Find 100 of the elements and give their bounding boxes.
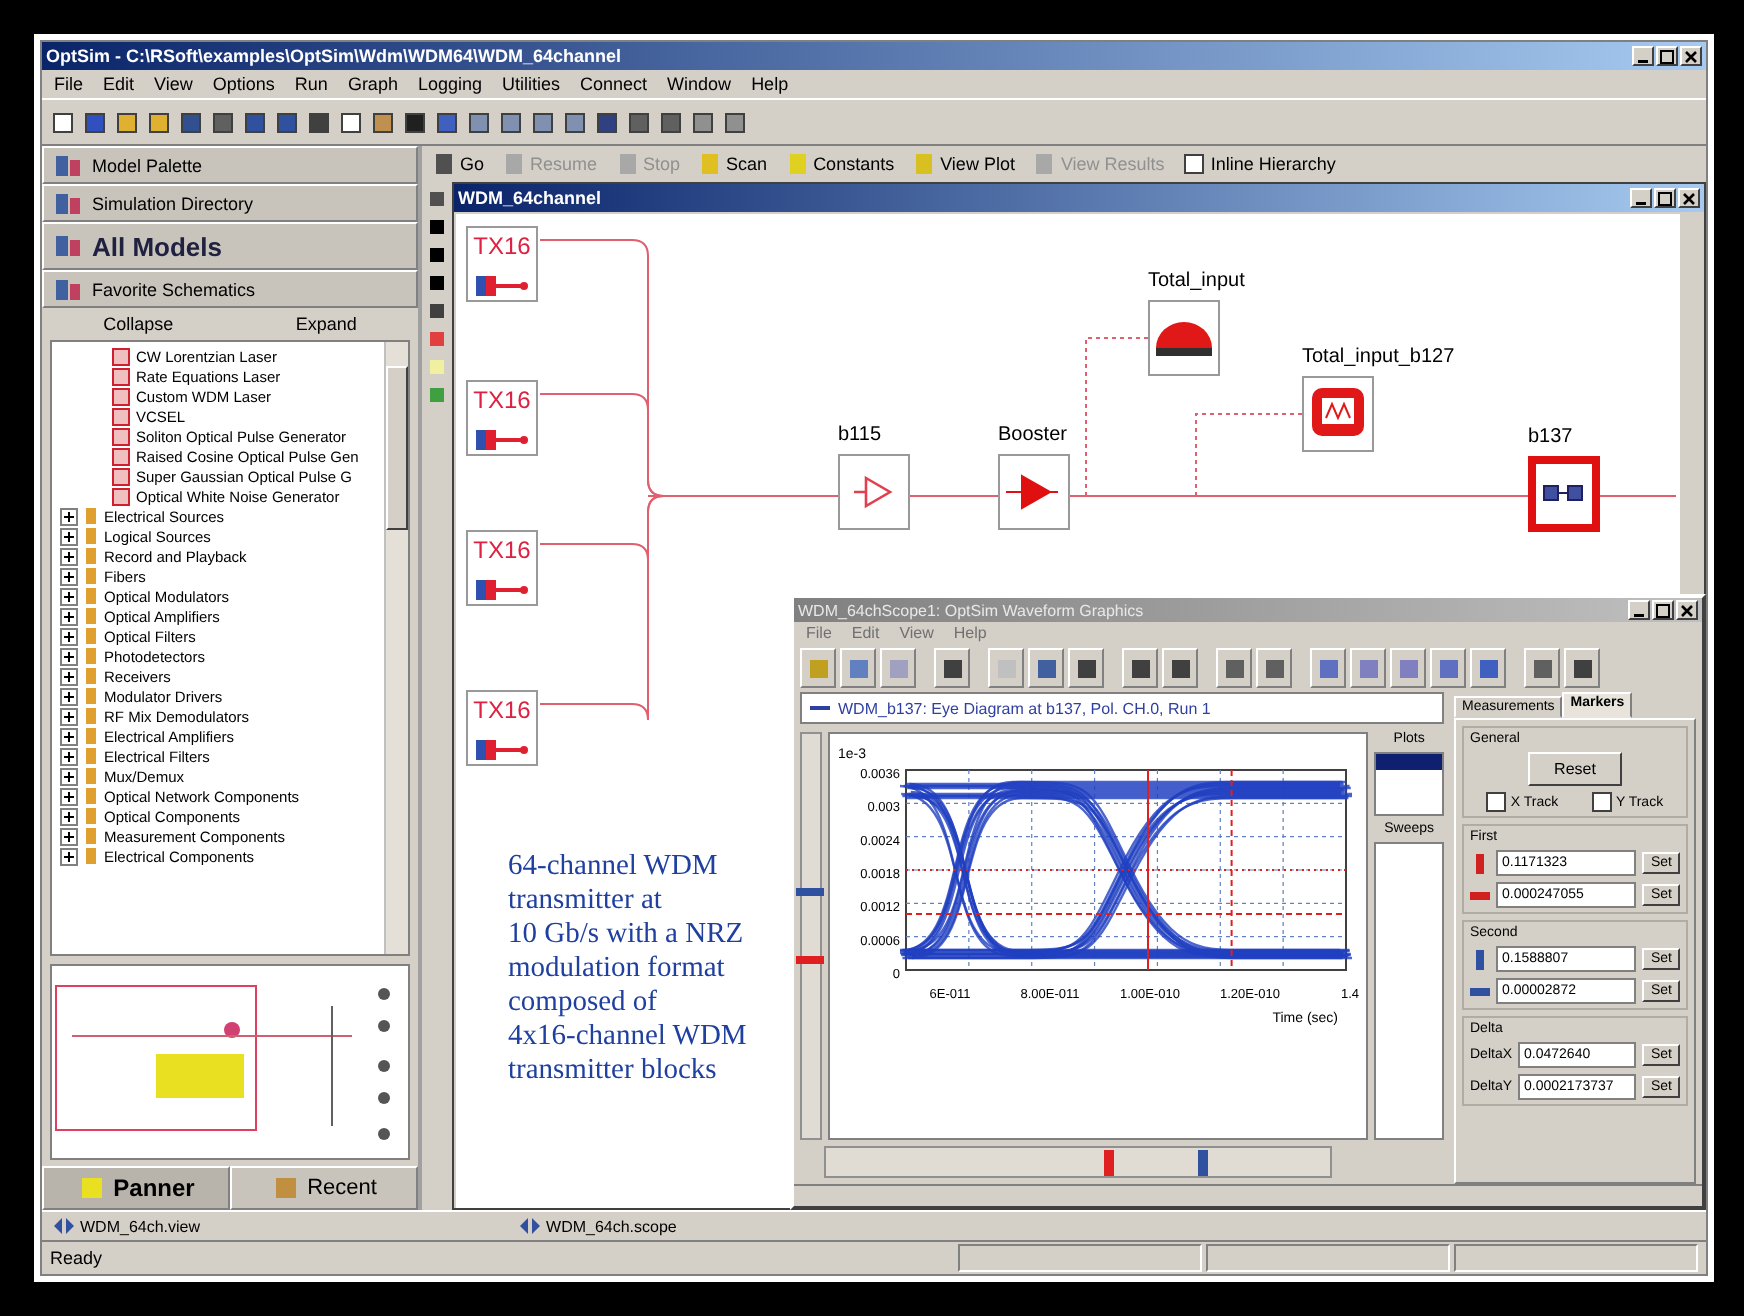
menu-item[interactable]: Connect [580, 74, 648, 94]
minimize-button[interactable] [1632, 46, 1654, 66]
marker-handle[interactable] [796, 887, 824, 896]
triangle-icon [1006, 472, 1062, 512]
maximize-button[interactable] [1654, 188, 1676, 208]
transmitter-block[interactable]: TX16 [466, 226, 538, 302]
close-button[interactable] [1676, 600, 1698, 620]
block-label: TX16 [473, 232, 531, 260]
y-marker-slider[interactable] [800, 732, 823, 1140]
expander-icon [60, 607, 78, 625]
transmitter-block[interactable]: TX16 [466, 530, 538, 606]
graph-tool-button[interactable] [1524, 648, 1560, 688]
graph-tool-icon [1317, 657, 1339, 679]
graph-tool-icon [847, 657, 869, 679]
toolbar-button[interactable]: Scan [696, 150, 772, 178]
graph-tool-button[interactable] [1028, 648, 1064, 688]
marker-handle[interactable] [796, 956, 824, 965]
palette-section-tab[interactable]: Model Palette [42, 146, 418, 184]
graph-tool-icon [807, 657, 829, 679]
graph-tool-icon [887, 657, 909, 679]
graph-tool-button[interactable] [1310, 648, 1346, 688]
graph-tool-icon [941, 657, 963, 679]
close-icon [1682, 191, 1696, 205]
graph-tool-icon [1571, 657, 1593, 679]
x-marker-slider[interactable] [824, 1146, 1332, 1178]
graph-tool-icon [1357, 657, 1379, 679]
status-text: Ready [50, 1248, 103, 1268]
toolbar-button[interactable]: Constants [783, 150, 899, 178]
inline-hierarchy-checkbox[interactable]: Inline Hierarchy [1180, 152, 1340, 176]
menu-item[interactable]: File [54, 74, 84, 94]
menu-item[interactable]: Utilities [502, 74, 561, 94]
graph-tool-icon [1169, 657, 1191, 679]
block-label: TX16 [473, 536, 531, 564]
legend-line-icon [810, 704, 830, 712]
laser-plug-icon [476, 580, 528, 600]
tool-icon [617, 152, 638, 176]
menu-item[interactable]: View [154, 74, 193, 94]
graph-tool-button[interactable] [1470, 648, 1506, 688]
minimize-button[interactable] [1628, 600, 1650, 620]
tool-icon [700, 152, 721, 176]
menu-item[interactable]: Edit [103, 74, 135, 94]
graph-tool-icon [1035, 657, 1057, 679]
close-button[interactable] [1678, 188, 1700, 208]
graph-tool-button[interactable] [1068, 648, 1104, 688]
menu-item[interactable]: Graph [347, 74, 398, 94]
block-label: b137 [1528, 426, 1573, 448]
tool-icon [434, 152, 454, 176]
document-tab[interactable]: WDM_64ch.scope [520, 1217, 677, 1235]
maximize-button[interactable] [1656, 46, 1678, 66]
vertical-marker-icon [1470, 853, 1490, 873]
oscilloscope-icon [1310, 386, 1366, 442]
models-icon [54, 275, 82, 303]
block-label: b115 [838, 424, 882, 446]
menu-item[interactable]: Window [667, 74, 732, 94]
expand-button[interactable]: Expand [295, 314, 357, 334]
menu-item[interactable]: Help [751, 74, 789, 94]
expander-icon [60, 807, 78, 825]
plots-list[interactable] [1374, 752, 1444, 816]
graph-tool-button[interactable] [1216, 648, 1252, 688]
connection-wire [1599, 495, 1676, 497]
graph-tool-button[interactable] [1122, 648, 1158, 688]
component-block[interactable] [1148, 300, 1220, 376]
marker-handle[interactable] [1198, 1150, 1209, 1176]
maximize-icon [1660, 49, 1674, 63]
sweeps-list[interactable] [1374, 842, 1444, 1140]
palette-section-tab[interactable]: Simulation Directory [42, 184, 418, 222]
toolbar-button[interactable]: Go [430, 150, 489, 178]
transmitter-block[interactable]: TX16 [466, 380, 538, 456]
maximize-button[interactable] [1652, 600, 1674, 620]
menu-item[interactable]: Run [294, 74, 328, 94]
graph-tool-button[interactable] [1162, 648, 1198, 688]
document-tab[interactable]: WDM_64ch.view [54, 1217, 201, 1235]
component-block[interactable] [1528, 456, 1600, 532]
graph-window-title: WDM_64chScope1: OptSim Waveform Graphics [798, 601, 1144, 619]
graph-tool-button[interactable] [1564, 648, 1600, 688]
menu-item[interactable]: Logging [417, 74, 482, 94]
expander-icon [60, 627, 78, 645]
palette-section-tab[interactable]: All Models [42, 222, 418, 270]
reset-button[interactable]: Reset [1528, 752, 1622, 786]
graph-tool-button[interactable] [1256, 648, 1292, 688]
scrollbar-thumb[interactable] [386, 366, 408, 530]
panel-tab[interactable]: Recent [230, 1166, 418, 1210]
collapse-button[interactable]: Collapse [103, 314, 174, 334]
palette-section-tab[interactable]: Favorite Schematics [42, 270, 418, 308]
menu-item[interactable]: Options [212, 74, 275, 94]
tool-icon [504, 152, 525, 176]
expander-icon [60, 687, 78, 705]
models-icon [54, 189, 82, 217]
expander-icon [60, 527, 78, 545]
scrollbar[interactable] [384, 342, 408, 954]
transmitter-block[interactable]: TX16 [466, 690, 538, 766]
arrows-icon [54, 1218, 74, 1234]
close-button[interactable] [1680, 46, 1702, 66]
expander-icon [60, 547, 78, 565]
toolbar-button[interactable]: View Plot [910, 150, 1019, 178]
marker-handle[interactable] [1103, 1150, 1114, 1176]
minimize-button[interactable] [1630, 188, 1652, 208]
graph-tool-button[interactable] [1430, 648, 1466, 688]
graph-tool-button[interactable] [934, 648, 970, 688]
panel-tab[interactable]: Panner [42, 1166, 230, 1210]
